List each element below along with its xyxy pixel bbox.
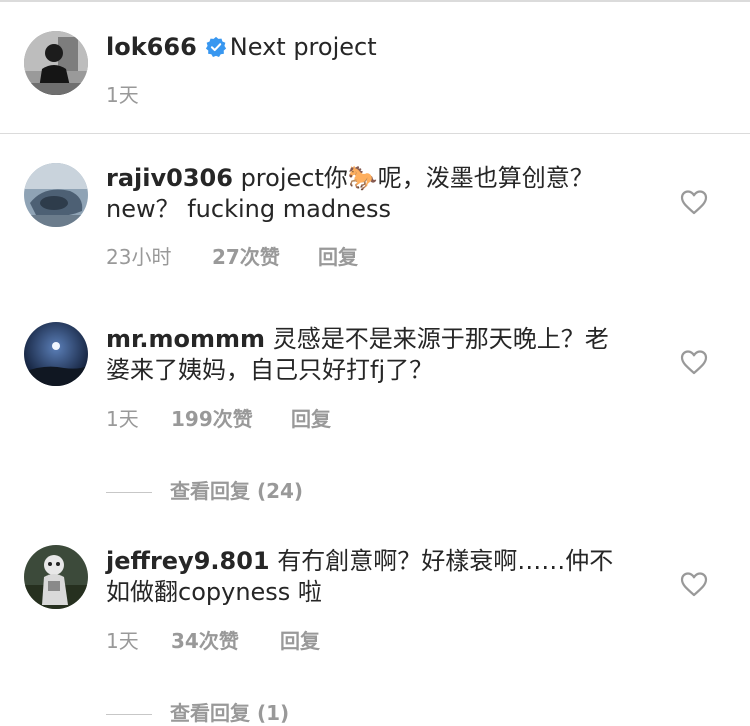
comment-text-line1: 灵感是不是来源于那天晚上？老 [265,325,609,353]
comment-timestamp: 1天 [106,629,139,653]
comment-timestamp: 1天 [106,407,139,431]
post-username[interactable]: lok666 [106,33,197,61]
reply-button[interactable]: 回复 [280,625,320,654]
view-replies-button[interactable]: 查看回复 (1) [106,697,289,726]
commenter-avatar[interactable] [24,545,88,609]
comment-meta: 1天 34次赞 回复 [106,625,320,654]
reply-button[interactable]: 回复 [318,241,358,270]
reply-button[interactable]: 回复 [291,403,331,432]
commenter-username[interactable]: rajiv0306 [106,164,233,192]
heart-outline-icon[interactable] [680,571,708,597]
commenter-avatar[interactable] [24,322,88,386]
view-replies-dash [106,714,152,715]
comment-meta: 23小时 27次赞 回复 [106,241,358,270]
comment-text-line1: project你🐎呢，泼墨也算创意？ [232,164,594,192]
post-caption: Next project [229,33,377,61]
comment-text-line2: new？ fucking madness [106,195,392,223]
comment-body: jeffrey9.801 有冇創意啊？好樣衰啊……仲不 如做翻copyness … [106,546,666,608]
comment-timestamp: 23小时 [106,245,172,269]
comment-likes[interactable]: 199次赞 [171,403,291,432]
header-divider [0,133,750,134]
post-author-avatar[interactable] [24,31,88,95]
commenter-username[interactable]: mr.mommm [106,325,265,353]
view-replies-dash [106,492,152,493]
commenter-username[interactable]: jeffrey9.801 [106,547,270,575]
view-replies-button[interactable]: 查看回复 (24) [106,475,303,504]
comment-text-line1: 有冇創意啊？好樣衰啊……仲不 [269,547,614,575]
post-caption-line: lok666 Next project [106,32,377,62]
post-header: lok666 Next project 1天 [0,0,750,134]
comment-meta: 1天 199次赞 回复 [106,403,331,432]
heart-outline-icon[interactable] [680,349,708,375]
comment-text-line2: 如做翻copyness 啦 [106,578,322,606]
post-timestamp: 1天 [106,83,139,107]
comment-text-line2: 婆来了姨妈，自己只好打fj了？ [106,356,434,384]
comment-likes[interactable]: 27次赞 [212,241,318,270]
comment-body: rajiv0306 project你🐎呢，泼墨也算创意？ new？ fuckin… [106,163,666,225]
comment-likes[interactable]: 34次赞 [171,625,280,654]
heart-outline-icon[interactable] [680,189,708,215]
comment-body: mr.mommm 灵感是不是来源于那天晚上？老 婆来了姨妈，自己只好打fj了？ [106,324,666,386]
view-replies-label: 查看回复 (1) [170,701,290,725]
commenter-avatar[interactable] [24,163,88,227]
view-replies-label: 查看回复 (24) [170,479,304,503]
verified-badge-icon [205,36,226,57]
